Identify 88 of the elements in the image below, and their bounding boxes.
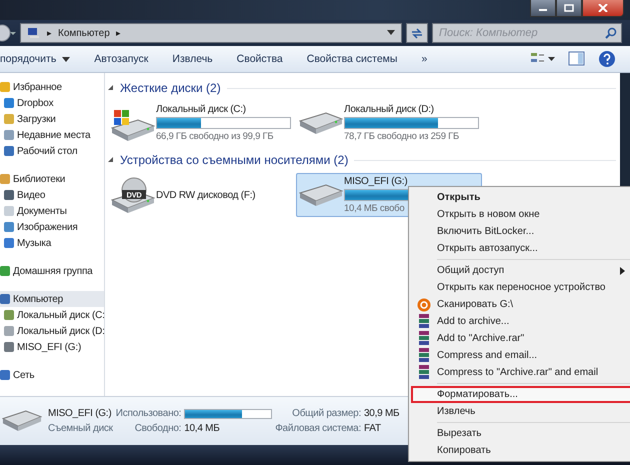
sidebar-item[interactable]: Изображения	[0, 219, 104, 235]
archive-books-icon	[418, 348, 430, 363]
computer-icon	[27, 27, 41, 39]
toolbar-button[interactable]: »	[409, 47, 440, 71]
menu-item[interactable]: Общий доступ	[411, 262, 630, 279]
drive-name: DVD RW дисковод (F:)	[156, 190, 256, 200]
dropdown-icon[interactable]	[387, 30, 395, 36]
sidebar-item[interactable]: Домашняя группа	[0, 263, 104, 279]
maximize-button[interactable]	[556, 0, 582, 17]
free-label: Свободно:	[134, 423, 182, 434]
breadcrumb-item[interactable]: Компьютер	[58, 28, 110, 38]
minimize-button[interactable]	[530, 0, 556, 17]
sidebar-item[interactable]: Сеть	[0, 367, 104, 383]
search-input[interactable]: Поиск: Компьютер	[437, 26, 605, 40]
drive-tile[interactable]: Локальный диск (D:) 78,7 ГБ свободно из 259 ГБ	[296, 101, 482, 145]
antivirus-icon	[417, 298, 431, 312]
search-icon	[605, 27, 617, 39]
sidebar-item[interactable]: Видео	[0, 187, 104, 203]
menu-item[interactable]: Compress to "Archive.rar" and email	[411, 364, 630, 381]
menu-item[interactable]: Открыть автозапуск...	[411, 240, 630, 257]
sidebar-item[interactable]: Библиотеки	[0, 171, 104, 187]
close-icon	[598, 4, 608, 12]
address-bar[interactable]: ▸ Компьютер ▸	[20, 23, 402, 43]
archive-books-icon	[418, 331, 430, 346]
drive-name: MISO_EFI (G:)	[344, 176, 408, 187]
sidebar-item[interactable]: Dropbox	[0, 95, 104, 111]
sidebar-item[interactable]: MISO_EFI (G:)	[0, 339, 104, 355]
menu-item[interactable]: Add to "Archive.rar"	[411, 330, 630, 347]
breadcrumb-arrow[interactable]: ▸	[116, 28, 121, 38]
toolbar-button[interactable]: Свойства системы	[294, 47, 410, 71]
free-space-text: 10,4 МБ свобо	[344, 203, 406, 214]
menu-item[interactable]: Форматировать...	[411, 386, 630, 403]
sidebar-item[interactable]: Компьютер	[0, 291, 104, 307]
archive-books-icon	[418, 314, 430, 329]
search-field[interactable]: Поиск: Компьютер	[432, 23, 622, 43]
help-icon[interactable]	[598, 50, 616, 68]
total-size-label: Общий размер:	[291, 408, 361, 419]
usb-drive-icon	[2, 410, 42, 432]
preview-pane-icon[interactable]	[568, 51, 586, 67]
menu-item[interactable]: Извлечь	[411, 403, 630, 420]
submenu-arrow-icon	[620, 266, 625, 274]
free-value: 10,4 МБ	[184, 423, 221, 434]
toolbar-button[interactable]: порядочить	[0, 47, 82, 71]
menu-item[interactable]: Вырезать	[411, 425, 630, 442]
used-label: Использовано:	[116, 408, 182, 419]
drive-tile[interactable]: Локальный диск (C:) 66,9 ГБ свободно из 99,9 ГБ	[108, 101, 294, 145]
hard-drive-icon	[299, 112, 343, 134]
free-space-text: 78,7 ГБ свободно из 259 ГБ	[344, 131, 460, 142]
back-forward-icon[interactable]	[0, 23, 16, 43]
drive-name: Локальный диск (D:)	[344, 104, 435, 115]
refresh-button[interactable]	[406, 23, 428, 43]
sidebar-item-icon	[0, 266, 10, 276]
hard-drive-icon	[299, 184, 343, 206]
menu-item[interactable]: Add to archive...	[411, 313, 630, 330]
drive-name: Локальный диск (C:)	[156, 104, 247, 115]
sidebar-item[interactable]: Недавние места	[0, 127, 104, 143]
toolbar-button[interactable]: Свойства	[224, 47, 295, 71]
section-heading[interactable]: Жесткие диски (2)	[120, 81, 221, 95]
breadcrumb-arrow[interactable]: ▸	[47, 28, 52, 38]
toolbar-button[interactable]: Автозапуск	[82, 47, 160, 71]
section-heading[interactable]: Устройства со съемными носителями (2)	[120, 153, 348, 167]
total-size-value: 30,9 МБ	[364, 408, 400, 419]
file-system-label: Файловая система:	[275, 423, 361, 434]
collapse-icon[interactable]	[108, 157, 114, 163]
sidebar-item[interactable]: Загрузки	[0, 111, 104, 127]
collapse-icon[interactable]	[108, 85, 114, 91]
file-system-value: FAT	[364, 423, 382, 434]
archive-books-icon	[418, 365, 430, 380]
menu-item[interactable]: Включить BitLocker...	[411, 223, 630, 240]
menu-item[interactable]: Копировать	[411, 442, 630, 459]
maximize-icon	[564, 4, 574, 12]
sidebar-item[interactable]: Локальный диск (C:	[0, 307, 104, 323]
sidebar-item-icon	[0, 370, 10, 380]
toolbar-button[interactable]: Извлечь	[160, 47, 225, 71]
menu-item[interactable]: Compress and email...	[411, 347, 630, 364]
refresh-icon	[410, 27, 424, 39]
drive-type: Съемный диск	[48, 423, 113, 434]
close-button[interactable]	[582, 0, 624, 17]
menu-item[interactable]: Сканировать G:\	[411, 296, 630, 313]
menu-item[interactable]: Открыть как переносное устройство	[411, 279, 630, 296]
sidebar-item[interactable]: Локальный диск (D:	[0, 323, 104, 339]
sidebar-item[interactable]: Избранное	[0, 79, 104, 95]
drive-name: MISO_EFI (G:)	[48, 408, 112, 419]
sidebar-item[interactable]: Документы	[0, 203, 104, 219]
sidebar-item[interactable]: Музыка	[0, 235, 104, 251]
free-space-text: 66,9 ГБ свободно из 99,9 ГБ	[156, 131, 274, 142]
sidebar-item[interactable]: Рабочий стол	[0, 143, 104, 159]
caret-icon	[62, 56, 70, 62]
